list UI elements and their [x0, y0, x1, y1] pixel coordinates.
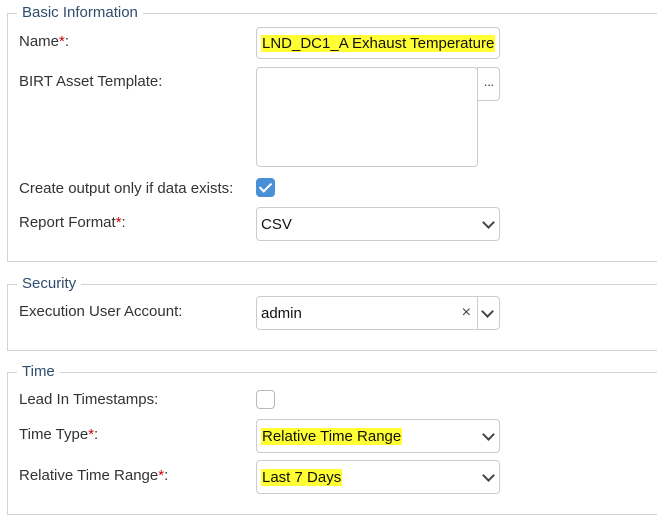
report-format-label: Report Format*:: [19, 214, 126, 231]
name-label: Name*:: [19, 33, 70, 50]
relative-time-range-label: Relative Time Range*:: [19, 467, 169, 484]
birt-asset-template-textarea[interactable]: [256, 67, 478, 167]
ellipsis-icon: ···: [483, 76, 495, 92]
birt-browse-button[interactable]: ···: [477, 67, 500, 101]
birt-asset-template-label: BIRT Asset Template:: [19, 73, 163, 90]
lead-in-timestamps-label: Lead In Timestamps:: [19, 391, 159, 408]
name-input-value: LND_DC1_A Exhaust Temperature: [261, 34, 496, 52]
relative-time-range-select[interactable]: Last 7 Days: [256, 460, 500, 494]
security-legend: Security: [22, 275, 77, 292]
execution-user-account-value: admin: [261, 304, 302, 322]
chevron-down-icon: [481, 305, 494, 318]
time-type-select[interactable]: Relative Time Range: [256, 419, 500, 453]
time-type-label: Time Type*:: [19, 426, 99, 443]
execution-user-account-label: Execution User Account:: [19, 303, 183, 320]
time-type-value: Relative Time Range: [261, 427, 403, 445]
name-input[interactable]: LND_DC1_A Exhaust Temperature: [256, 27, 500, 59]
execution-user-account-select[interactable]: admin ×: [256, 296, 478, 330]
report-format-value: CSV: [261, 215, 292, 233]
execution-user-account-dropdown-button[interactable]: [477, 296, 500, 330]
create-output-checkbox[interactable]: [256, 178, 275, 197]
lead-in-timestamps-checkbox[interactable]: [256, 390, 275, 409]
time-legend: Time: [22, 363, 55, 380]
report-format-select[interactable]: CSV: [256, 207, 500, 241]
basic-information-legend: Basic Information: [22, 4, 138, 21]
create-output-label: Create output only if data exists:: [19, 180, 234, 197]
relative-time-range-value: Last 7 Days: [261, 468, 343, 486]
clear-icon[interactable]: ×: [462, 304, 471, 322]
